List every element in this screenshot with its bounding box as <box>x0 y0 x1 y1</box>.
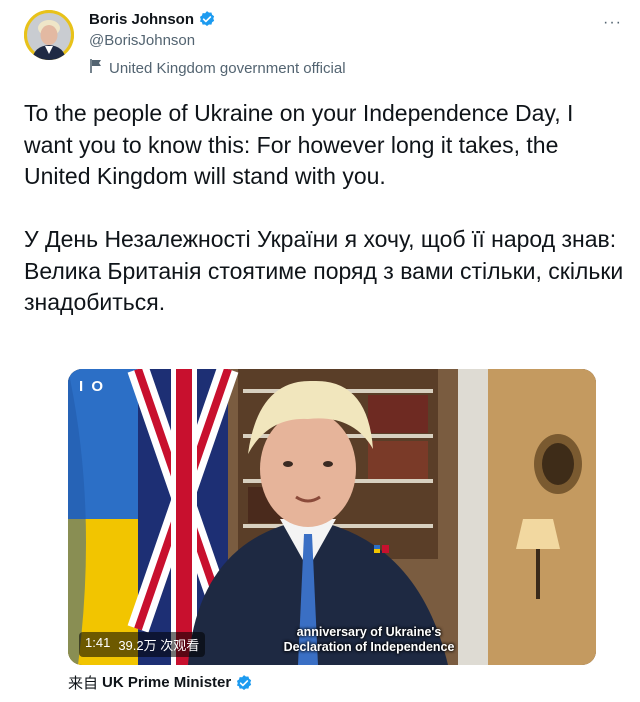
tweet-text: To the people of Ukraine on your Indepen… <box>24 100 624 315</box>
video-subtitle-line2: Declaration of Independence <box>283 640 455 654</box>
video-subtitle-line1: anniversary of Ukraine's <box>296 625 442 639</box>
author-name-row[interactable]: Boris Johnson <box>89 10 216 28</box>
government-label-text: United Kingdom government official <box>109 59 346 77</box>
source-prefix: 来自 <box>68 675 99 692</box>
video-thumbnail <box>68 369 596 665</box>
more-options-icon[interactable]: ··· <box>603 14 622 32</box>
video-player[interactable]: I O 1:41 39.2万 次观看 anniversary of Ukrain… <box>68 369 596 665</box>
video-duration: 1:41 <box>85 635 111 650</box>
avatar[interactable] <box>24 10 74 60</box>
verified-badge-icon <box>235 674 253 692</box>
verified-badge-icon <box>198 10 216 28</box>
government-label[interactable]: United Kingdom government official <box>89 58 346 78</box>
video-view-count: 39.2万 次观看 <box>118 638 200 653</box>
video-meta-badge: 1:41 39.2万 次观看 <box>79 632 206 657</box>
author-handle[interactable]: @BorisJohnson <box>89 32 195 49</box>
author-name[interactable]: Boris Johnson <box>89 11 194 28</box>
flag-icon <box>89 58 103 78</box>
video-source: 来自 UK Prime Minister <box>68 672 253 693</box>
video-subtitle: anniversary of Ukraine's Declaration of … <box>254 625 484 655</box>
channel-logo: I O <box>79 378 106 395</box>
source-account-link[interactable]: UK Prime Minister <box>102 674 231 691</box>
